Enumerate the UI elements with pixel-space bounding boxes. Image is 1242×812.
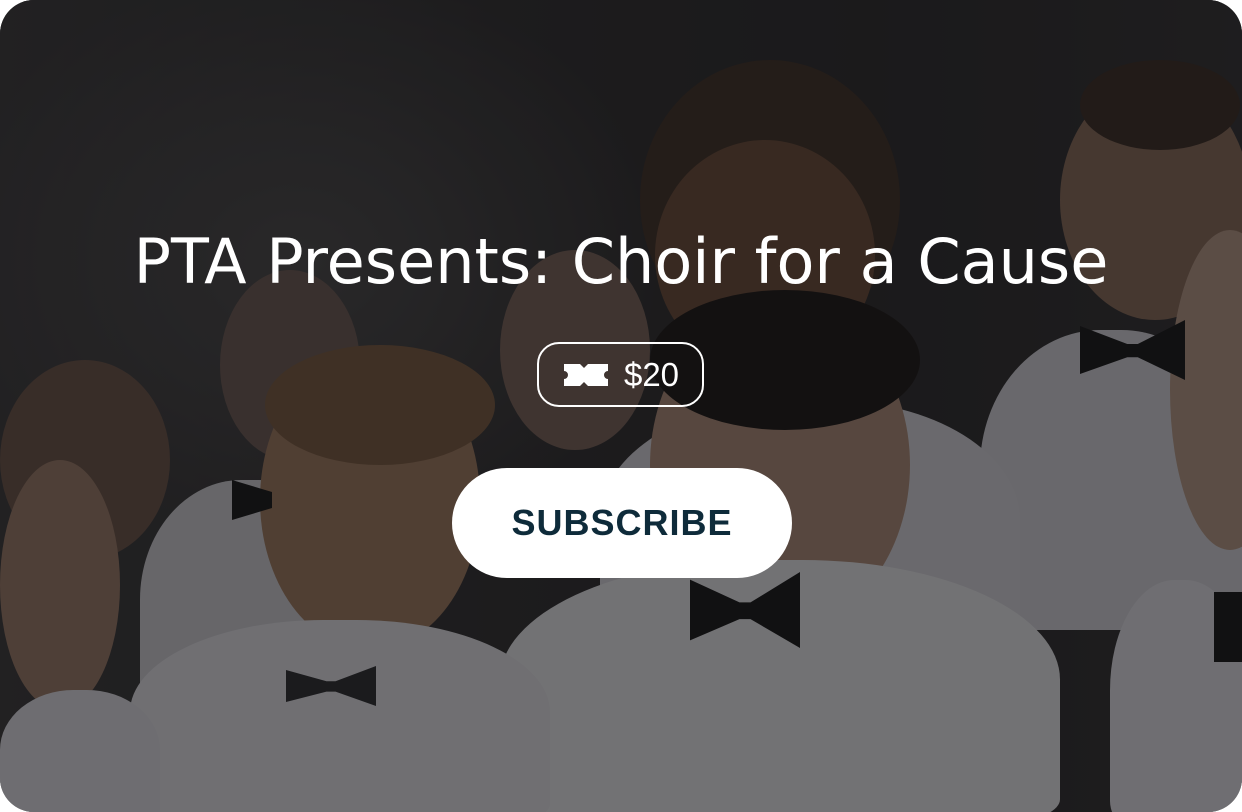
- ticket-price: $20: [623, 355, 680, 393]
- price-badge: $20: [537, 342, 704, 407]
- ticket-icon: [562, 362, 610, 388]
- event-content: PTA Presents: Choir for a Cause $20 SUBS…: [0, 0, 1242, 812]
- event-title: PTA Presents: Choir for a Cause: [133, 225, 1109, 298]
- event-card: PTA Presents: Choir for a Cause $20 SUBS…: [0, 0, 1242, 812]
- subscribe-button[interactable]: SUBSCRIBE: [452, 468, 792, 578]
